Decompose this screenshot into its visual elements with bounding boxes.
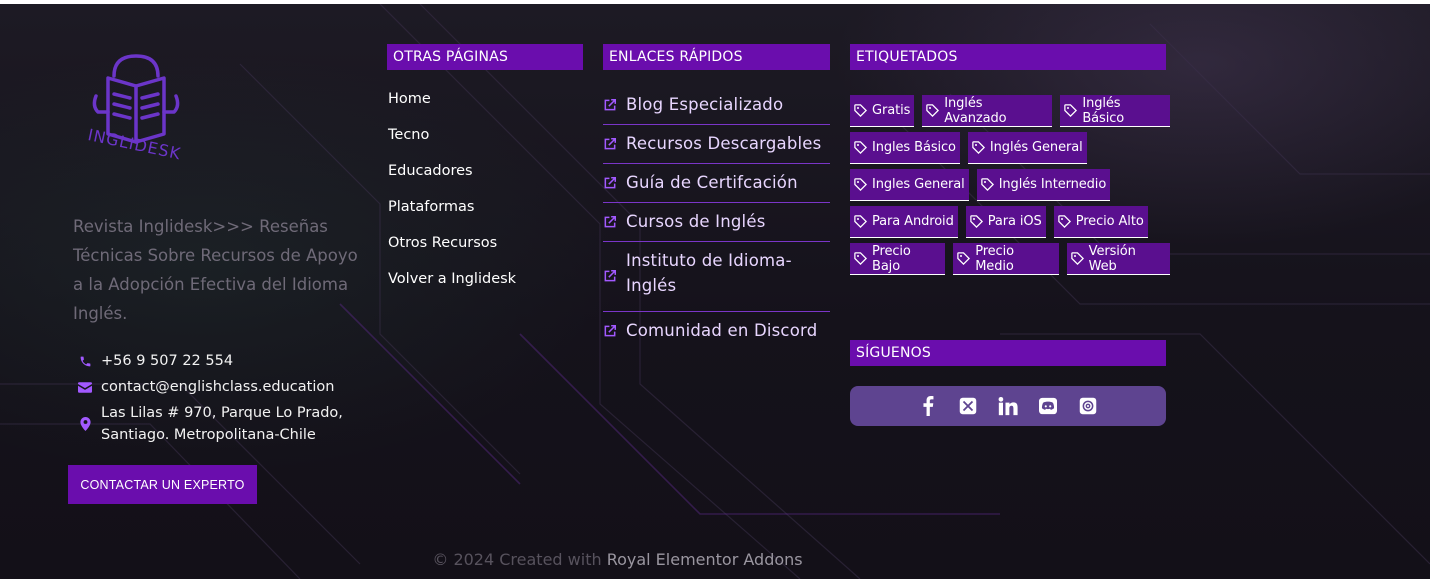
quick-link-guia[interactable]: Guía de Certifcación [603, 164, 830, 203]
tag-label: Inglés General [989, 140, 1083, 155]
quick-link-recursos[interactable]: Recursos Descargables [603, 125, 830, 164]
tag-label: Precio Alto [1075, 214, 1144, 229]
tag-cloud: Gratis Inglés Avanzado Inglés Básico Ing… [850, 95, 1170, 280]
tag-ingles-avanzado[interactable]: Inglés Avanzado [922, 95, 1053, 127]
tag-para-ios[interactable]: Para iOS [965, 206, 1046, 238]
x-twitter-icon[interactable] [958, 396, 978, 416]
quick-links-list: Blog Especializado Recursos Descargables… [603, 86, 830, 350]
page-link-home[interactable]: Home [388, 86, 516, 122]
external-link-icon [603, 170, 617, 195]
tag-ingles-general[interactable]: Inglés General [967, 132, 1087, 164]
tag-icon [854, 215, 868, 229]
page-link-volver[interactable]: Volver a Inglidesk [388, 266, 516, 302]
contact-expert-button[interactable]: CONTACTAR UN EXPERTO [68, 465, 257, 504]
discord-icon[interactable] [1038, 396, 1058, 416]
page-link-plataformas[interactable]: Plataformas [388, 194, 516, 230]
tag-icon [854, 178, 868, 192]
external-link-icon [603, 131, 617, 156]
tags-heading: ETIQUETADOS [850, 44, 1166, 70]
contact-phone[interactable]: +56 9 507 22 554 [78, 350, 233, 372]
site-tagline: Revista Inglidesk>>> Reseñas Técnicas So… [73, 217, 358, 323]
map-pin-icon [78, 402, 92, 446]
copyright-link[interactable]: Royal Elementor Addons [607, 550, 803, 569]
tag-icon [969, 215, 983, 229]
tag-label: Para iOS [987, 214, 1042, 229]
tag-precio-alto[interactable]: Precio Alto [1053, 206, 1148, 238]
page-link-educadores[interactable]: Educadores [388, 158, 516, 194]
tag-ingles-basico-2[interactable]: Ingles Básico [850, 132, 960, 164]
copyright-text: © 2024 Created with [432, 550, 607, 569]
facebook-icon[interactable] [918, 396, 938, 416]
tag-icon [926, 104, 940, 118]
tag-ingles-general-2[interactable]: Ingles General [850, 169, 969, 201]
tag-para-android[interactable]: Para Android [850, 206, 958, 238]
phone-text: +56 9 507 22 554 [101, 353, 234, 369]
tag-label: Inglés Internedio [998, 177, 1107, 192]
page-link-tecno[interactable]: Tecno [388, 122, 516, 158]
tag-icon [854, 252, 868, 266]
address-line-1: Las Lilas # 970, Parque Lo Prado, [101, 405, 343, 421]
tag-label: Ingles Básico [872, 140, 956, 155]
tag-icon [1057, 215, 1071, 229]
tag-icon [972, 141, 985, 155]
external-link-icon [603, 92, 617, 117]
page-link-otros-recursos[interactable]: Otros Recursos [388, 230, 516, 266]
email-text: contact@englishclass.education [101, 379, 335, 395]
tag-icon [854, 104, 868, 118]
quick-links-heading: ENLACES RÁPIDOS [603, 44, 830, 70]
quick-link-label: Blog Especializado [626, 95, 784, 114]
phone-icon [78, 350, 92, 372]
tag-label: Inglés Básico [1082, 95, 1125, 126]
tag-ingles-intermedio[interactable]: Inglés Internedio [976, 169, 1111, 201]
contact-address: Las Lilas # 970, Parque Lo Prado, Santia… [78, 402, 343, 446]
tag-label: Versión Web [1088, 243, 1136, 274]
address-text: Las Lilas # 970, Parque Lo Prado, Santia… [101, 402, 343, 446]
tag-label: Precio Bajo [872, 243, 911, 274]
envelope-icon [78, 376, 92, 398]
inglidesk-logo[interactable]: INGLIDESK [78, 50, 194, 163]
tag-label: Precio Medio [975, 243, 1014, 274]
linkedin-icon[interactable] [998, 396, 1018, 416]
tag-icon [1070, 252, 1084, 266]
quick-link-discord[interactable]: Comunidad en Discord [603, 312, 830, 350]
tag-icon [1064, 104, 1078, 118]
external-link-icon [603, 209, 617, 234]
tag-icon [980, 178, 994, 192]
tag-icon [854, 141, 868, 155]
follow-heading: SÍGUENOS [850, 340, 1166, 366]
tag-label: Gratis [872, 103, 911, 118]
tag-gratis[interactable]: Gratis [850, 95, 915, 127]
other-pages-heading: OTRAS PÁGINAS [387, 44, 583, 70]
tag-label: Inglés Avanzado [944, 95, 1007, 126]
tag-ingles-basico[interactable]: Inglés Básico [1060, 95, 1170, 127]
quick-link-label: Instituto de Idioma-Inglés [626, 251, 792, 295]
tag-precio-bajo[interactable]: Precio Bajo [850, 243, 946, 275]
quick-link-label: Cursos de Inglés [626, 212, 766, 231]
other-pages-list: Home Tecno Educadores Plataformas Otros … [388, 86, 516, 302]
tag-precio-medio[interactable]: Precio Medio [953, 243, 1059, 275]
external-link-icon [603, 318, 617, 343]
address-line-2: Santiago. Metropolitana-Chile [101, 427, 316, 443]
social-links [850, 386, 1166, 426]
tag-icon [957, 252, 971, 266]
threads-icon[interactable] [1078, 396, 1098, 416]
quick-link-label: Guía de Certifcación [626, 173, 798, 192]
quick-link-blog[interactable]: Blog Especializado [603, 86, 830, 125]
tag-label: Para Android [872, 214, 954, 229]
contact-email[interactable]: contact@englishclass.education [78, 376, 334, 398]
tag-version-web[interactable]: Versión Web [1066, 243, 1170, 275]
quick-link-cursos[interactable]: Cursos de Inglés [603, 203, 830, 242]
quick-link-label: Recursos Descargables [626, 134, 822, 153]
tag-label: Ingles General [872, 177, 965, 192]
quick-link-instituto[interactable]: Instituto de Idioma-Inglés [603, 242, 830, 312]
external-link-icon [603, 248, 617, 304]
copyright: © 2024 Created with Royal Elementor Addo… [0, 550, 1235, 569]
quick-link-label: Comunidad en Discord [626, 321, 818, 340]
